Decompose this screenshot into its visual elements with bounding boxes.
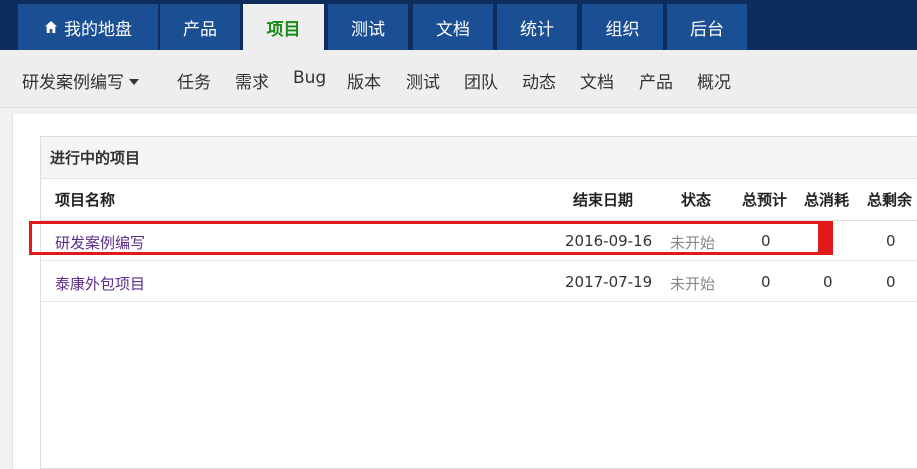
highlight-marker [818,221,833,255]
tab-projects[interactable]: 项目 [243,4,324,50]
table-row: 研发案例编写 2016-09-16 未开始 0 0 [41,221,917,261]
status-cell: 未开始 [670,234,716,252]
tab-label: 后台 [690,19,724,40]
column-header-end-date: 结束日期 [573,191,634,209]
subnav-item-stories[interactable]: 需求 [235,68,269,93]
tab-label: 统计 [520,19,554,40]
end-date-cell: 2017-07-19 [565,273,653,291]
estimate-cell: 0 [761,232,771,250]
panel-title: 进行中的项目 [41,137,917,179]
subnav-item-builds[interactable]: 版本 [347,68,381,93]
subnav-item-team[interactable]: 团队 [464,68,498,93]
tab-products[interactable]: 产品 [160,4,240,50]
subnav-item-bugs[interactable]: Bug [293,68,326,88]
tab-docs[interactable]: 文档 [413,4,493,50]
end-date-cell: 2016-09-16 [565,232,653,250]
status-cell: 未开始 [670,275,716,293]
tab-admin[interactable]: 后台 [667,4,747,50]
subnav-item-docs[interactable]: 文档 [580,68,614,93]
top-nav-bar: 我的地盘 产品 项目 测试 文档 统计 组织 后台 [0,0,917,50]
tab-label: 产品 [183,19,217,40]
project-selector-dropdown[interactable]: 研发案例编写 [22,68,139,93]
tab-testing[interactable]: 测试 [328,4,408,50]
caret-down-icon [129,79,139,85]
subnav-item-testing[interactable]: 测试 [406,68,440,93]
tab-my-dashboard[interactable]: 我的地盘 [18,4,158,50]
table-row: 泰康外包项目 2017-07-19 未开始 0 0 0 [41,262,917,302]
project-name-link[interactable]: 泰康外包项目 [55,273,145,294]
tab-stats[interactable]: 统计 [497,4,577,50]
main-area: 进行中的项目 项目名称 结束日期 状态 总预计 总消耗 总剩余 研发案例编写 2… [0,108,917,469]
tab-organization[interactable]: 组织 [582,4,663,50]
subnav-item-tasks[interactable]: 任务 [177,68,211,93]
tab-label: 组织 [605,19,640,40]
column-header-total-left: 总剩余 [867,191,913,209]
consumed-cell: 0 [823,273,833,291]
left-cell: 0 [886,232,896,250]
estimate-cell: 0 [761,273,771,291]
content-area: 进行中的项目 项目名称 结束日期 状态 总预计 总消耗 总剩余 研发案例编写 2… [12,114,917,469]
subnav-item-overview[interactable]: 概况 [697,68,731,93]
column-header-project-name: 项目名称 [55,191,116,209]
left-cell: 0 [886,273,896,291]
subnav-item-products[interactable]: 产品 [639,68,673,93]
tab-label: 测试 [351,19,385,40]
column-header-status: 状态 [681,191,712,209]
subnav-item-dynamics[interactable]: 动态 [522,68,556,93]
column-header-total-consumed: 总消耗 [804,191,850,209]
project-selector-label: 研发案例编写 [22,73,124,93]
ongoing-projects-panel: 进行中的项目 项目名称 结束日期 状态 总预计 总消耗 总剩余 研发案例编写 2… [40,136,917,469]
home-icon [45,21,57,33]
tab-label: 我的地盘 [64,19,132,40]
sub-nav-bar: 研发案例编写 任务 需求 Bug 版本 测试 团队 动态 文档 产品 概况 [0,50,917,108]
project-name-link[interactable]: 研发案例编写 [55,232,145,253]
column-header-total-estimate: 总预计 [742,191,788,209]
tab-label: 项目 [266,19,301,40]
tab-label: 文档 [436,19,470,40]
